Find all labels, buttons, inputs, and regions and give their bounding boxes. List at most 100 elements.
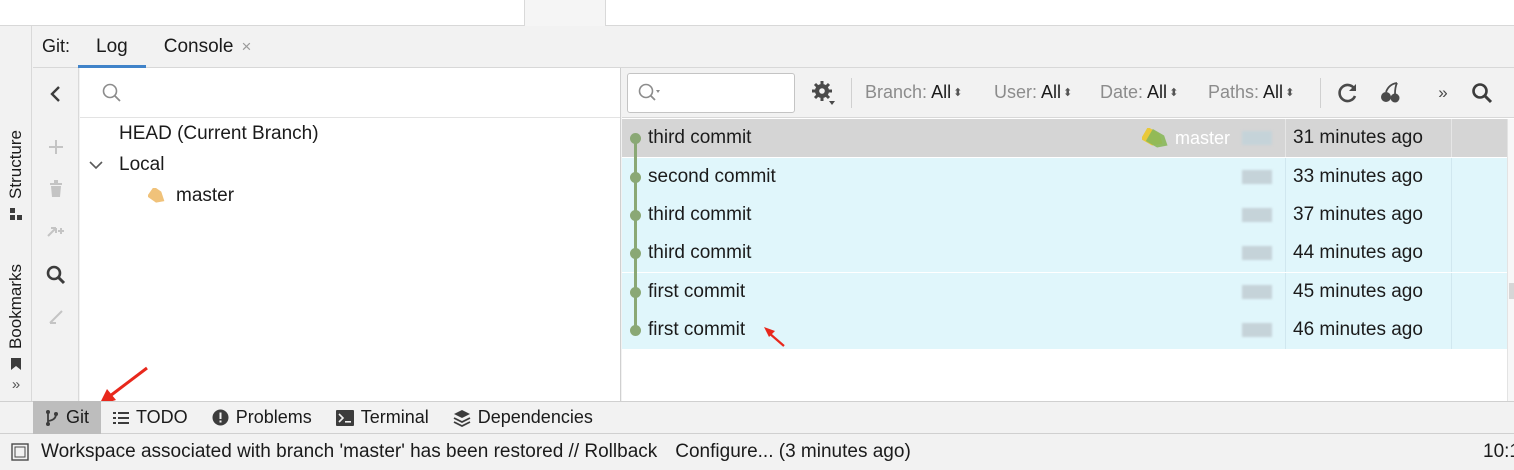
caret-position[interactable]: 10:1 xyxy=(1483,441,1514,463)
bookmarks-tab-label: Bookmarks xyxy=(6,264,25,350)
chevron-down-icon[interactable] xyxy=(88,157,104,173)
commit-date: 45 minutes ago xyxy=(1293,281,1423,302)
commit-graph-node xyxy=(630,133,641,144)
status-configure[interactable]: Configure... (3 minutes ago) xyxy=(675,441,911,463)
date-filter-value: All xyxy=(1147,82,1168,102)
paths-filter[interactable]: Paths: All ⬍ xyxy=(1208,82,1294,103)
tab-log-label: Log xyxy=(96,35,128,57)
author-avatar xyxy=(1242,285,1272,299)
branches-actions-toolbar xyxy=(33,68,79,401)
column-divider xyxy=(1451,273,1452,311)
status-message[interactable]: Workspace associated with branch 'master… xyxy=(41,441,657,463)
chevron-left-icon xyxy=(50,86,60,102)
search-log-button[interactable] xyxy=(1469,80,1495,106)
author-avatar xyxy=(1242,246,1272,260)
edit-branch-button[interactable] xyxy=(33,299,79,335)
sort-arrows-icon: ⬍ xyxy=(953,87,963,99)
log-panel: Branch: All ⬍ User: All ⬍ Date: All ⬍ Paths… xyxy=(622,68,1514,401)
tree-item-local[interactable]: Local xyxy=(88,154,164,176)
log-settings-button[interactable] xyxy=(811,80,837,106)
bookmarks-tab[interactable]: Bookmarks xyxy=(0,264,32,371)
sort-arrows-icon: ⬍ xyxy=(1063,87,1073,99)
date-filter[interactable]: Date: All ⬍ xyxy=(1100,82,1178,103)
terminal-icon xyxy=(335,409,354,426)
scrollbar-thumb[interactable] xyxy=(1509,283,1514,299)
column-divider xyxy=(1451,196,1452,234)
commit-date: 33 minutes ago xyxy=(1293,166,1423,187)
status-bar: Workspace associated with branch 'master… xyxy=(0,434,1514,470)
commit-graph-node xyxy=(630,325,641,336)
branch-filter[interactable]: Branch: All ⬍ xyxy=(865,82,962,103)
column-divider xyxy=(1285,119,1286,157)
close-icon[interactable]: × xyxy=(241,37,251,57)
column-divider xyxy=(1285,234,1286,272)
commit-row[interactable]: third commit master 31 minutes ago xyxy=(622,119,1507,157)
toolbar-separator xyxy=(1320,78,1321,108)
new-branch-button[interactable] xyxy=(33,129,79,165)
search-branch-button[interactable] xyxy=(33,257,79,293)
terminal-tool-button[interactable]: Terminal xyxy=(324,401,441,434)
user-filter-label: User: xyxy=(994,82,1038,102)
structure-tab[interactable]: Structure xyxy=(0,130,32,221)
column-divider xyxy=(1285,273,1286,311)
git-tool-title: Git: xyxy=(42,36,71,56)
commit-date: 37 minutes ago xyxy=(1293,204,1423,225)
gear-icon xyxy=(812,81,835,105)
search-icon xyxy=(102,83,121,102)
tab-log[interactable]: Log xyxy=(78,26,146,68)
problems-tool-label: Problems xyxy=(235,407,312,427)
commit-row[interactable]: first commit 46 minutes ago xyxy=(622,311,1507,349)
commit-row[interactable]: third commit 37 minutes ago xyxy=(622,196,1507,234)
tool-window-bar: Git TODO Problems Terminal Dependencies xyxy=(0,401,1514,434)
collapse-panel-button[interactable] xyxy=(33,76,79,112)
commit-graph-node xyxy=(630,172,641,183)
user-filter[interactable]: User: All ⬍ xyxy=(994,82,1072,103)
cherry-icon xyxy=(1381,82,1400,103)
more-actions-button[interactable]: » xyxy=(1430,80,1456,106)
branch-tag-icon xyxy=(1142,128,1168,148)
commit-row[interactable]: first commit 45 minutes ago xyxy=(622,273,1507,311)
commit-date: 31 minutes ago xyxy=(1293,127,1423,148)
refresh-button[interactable] xyxy=(1335,80,1361,106)
log-scrollbar[interactable] xyxy=(1507,119,1514,401)
master-branch-label: master xyxy=(176,185,235,206)
more-tool-windows-button[interactable]: » xyxy=(0,376,32,393)
tab-console[interactable]: Console × xyxy=(146,26,270,68)
commit-row[interactable]: second commit 33 minutes ago xyxy=(622,158,1507,196)
problems-tool-button[interactable]: Problems xyxy=(200,401,324,434)
commit-date: 44 minutes ago xyxy=(1293,242,1423,263)
branch-tag-icon xyxy=(148,188,165,203)
cherry-pick-button[interactable] xyxy=(1378,80,1404,106)
commit-graph-node xyxy=(630,248,641,259)
branch-search-field[interactable] xyxy=(80,68,620,118)
paths-filter-value: All xyxy=(1263,82,1284,102)
editor-tab-placeholder[interactable] xyxy=(524,0,606,26)
author-avatar xyxy=(1242,131,1272,145)
git-tool-label: Git xyxy=(66,407,90,427)
commit-row[interactable]: third commit 44 minutes ago xyxy=(622,234,1507,272)
delete-branch-button[interactable] xyxy=(33,171,79,207)
log-search-field[interactable] xyxy=(627,73,795,113)
branch-search-input[interactable] xyxy=(130,82,600,103)
tool-window-toggle-icon[interactable] xyxy=(11,443,29,461)
log-toolbar: Branch: All ⬍ User: All ⬍ Date: All ⬍ Paths… xyxy=(622,68,1514,118)
git-branch-icon xyxy=(45,409,59,427)
tree-item-master[interactable]: master xyxy=(148,185,234,207)
column-divider xyxy=(1285,311,1286,349)
commit-message: first commit xyxy=(648,319,746,340)
log-search-input[interactable] xyxy=(668,83,788,103)
tree-item-head[interactable]: HEAD (Current Branch) xyxy=(119,123,319,145)
author-avatar xyxy=(1242,208,1272,222)
dependencies-tool-button[interactable]: Dependencies xyxy=(441,401,605,434)
git-tool-button[interactable]: Git xyxy=(33,401,102,434)
commit-message: third commit xyxy=(648,204,752,225)
commit-date: 46 minutes ago xyxy=(1293,319,1423,340)
column-divider xyxy=(1451,119,1452,157)
branch-tag[interactable]: master xyxy=(1142,128,1230,149)
todo-tool-label: TODO xyxy=(136,407,188,427)
annotation-arrow-icon xyxy=(764,327,785,347)
toolbar-separator xyxy=(851,78,852,108)
todo-tool-button[interactable]: TODO xyxy=(101,401,200,434)
compare-branches-button[interactable] xyxy=(33,213,79,249)
problems-icon xyxy=(212,409,229,426)
